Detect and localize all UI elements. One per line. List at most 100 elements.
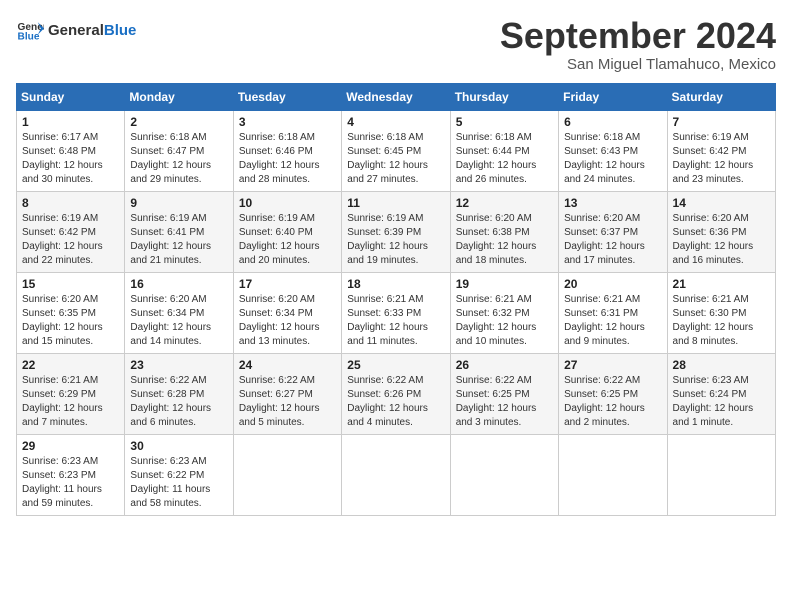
day-number: 19 [456,277,553,291]
title-block: September 2024 San Miguel Tlamahuco, Mex… [500,16,776,73]
logo-general-text: General [48,22,104,39]
day-cell-30: 30 Sunrise: 6:23 AMSunset: 6:22 PMDayligh… [125,434,233,515]
day-info: Sunrise: 6:20 AMSunset: 6:36 PMDaylight:… [673,212,770,268]
logo-icon: General Blue [16,16,44,44]
day-cell-19: 19 Sunrise: 6:21 AMSunset: 6:32 PMDayligh… [450,272,558,353]
day-number: 8 [22,196,119,210]
day-info: Sunrise: 6:21 AMSunset: 6:31 PMDaylight:… [564,293,661,349]
empty-cell [342,434,450,515]
day-info: Sunrise: 6:23 AMSunset: 6:23 PMDaylight:… [22,455,119,511]
day-number: 11 [347,196,444,210]
empty-cell [233,434,341,515]
day-cell-16: 16Sunrise: 6:20 AMSunset: 6:34 PMDayligh… [125,272,233,353]
day-number: 25 [347,358,444,372]
day-number: 9 [130,196,227,210]
day-info: Sunrise: 6:23 AMSunset: 6:22 PMDaylight:… [130,455,227,511]
day-info: Sunrise: 6:18 AMSunset: 6:46 PMDaylight:… [239,131,336,187]
day-info: Sunrise: 6:21 AMSunset: 6:29 PMDaylight:… [22,374,119,430]
day-number: 20 [564,277,661,291]
day-header-thursday: Thursday [450,83,558,110]
day-info: Sunrise: 6:21 AMSunset: 6:33 PMDaylight:… [347,293,444,349]
day-header-wednesday: Wednesday [342,83,450,110]
day-cell-12: 12 Sunrise: 6:20 AMSunset: 6:38 PMDayligh… [450,191,558,272]
svg-text:Blue: Blue [18,31,40,42]
day-cell-22: 22 Sunrise: 6:21 AMSunset: 6:29 PMDayligh… [17,353,125,434]
day-number: 5 [456,115,553,129]
day-cell-9: 9 Sunrise: 6:19 AMSunset: 6:41 PMDaylight… [125,191,233,272]
day-info: Sunrise: 6:22 AMSunset: 6:25 PMDaylight:… [456,374,553,430]
day-number: 29 [22,439,119,453]
day-header-saturday: Saturday [667,83,775,110]
day-info: Sunrise: 6:19 AMSunset: 6:42 PMDaylight:… [22,212,119,268]
calendar-week-1: 1Sunrise: 6:17 AMSunset: 6:48 PMDaylight… [17,110,776,191]
day-cell-28: 28Sunrise: 6:23 AMSunset: 6:24 PMDayligh… [667,353,775,434]
day-info: Sunrise: 6:21 AMSunset: 6:32 PMDaylight:… [456,293,553,349]
day-info: Sunrise: 6:22 AMSunset: 6:27 PMDaylight:… [239,374,336,430]
day-info: Sunrise: 6:20 AMSunset: 6:37 PMDaylight:… [564,212,661,268]
month-title: September 2024 [500,16,776,56]
day-info: Sunrise: 6:18 AMSunset: 6:44 PMDaylight:… [456,131,553,187]
day-info: Sunrise: 6:19 AMSunset: 6:39 PMDaylight:… [347,212,444,268]
day-info: Sunrise: 6:18 AMSunset: 6:43 PMDaylight:… [564,131,661,187]
location-title: San Miguel Tlamahuco, Mexico [500,56,776,73]
day-header-monday: Monday [125,83,233,110]
day-info: Sunrise: 6:20 AMSunset: 6:35 PMDaylight:… [22,293,119,349]
day-number: 30 [130,439,227,453]
day-cell-5: 5 Sunrise: 6:18 AMSunset: 6:44 PMDaylight… [450,110,558,191]
day-number: 14 [673,196,770,210]
day-info: Sunrise: 6:19 AMSunset: 6:41 PMDaylight:… [130,212,227,268]
day-header-tuesday: Tuesday [233,83,341,110]
day-info: Sunrise: 6:17 AMSunset: 6:48 PMDaylight:… [22,131,119,187]
day-number: 6 [564,115,661,129]
day-cell-14: 14 Sunrise: 6:20 AMSunset: 6:36 PMDayligh… [667,191,775,272]
empty-cell [559,434,667,515]
day-number: 3 [239,115,336,129]
day-number: 2 [130,115,227,129]
calendar-week-4: 22 Sunrise: 6:21 AMSunset: 6:29 PMDayligh… [17,353,776,434]
day-number: 24 [239,358,336,372]
day-cell-26: 26Sunrise: 6:22 AMSunset: 6:25 PMDayligh… [450,353,558,434]
day-cell-24: 24 Sunrise: 6:22 AMSunset: 6:27 PMDayligh… [233,353,341,434]
day-number: 22 [22,358,119,372]
day-number: 13 [564,196,661,210]
day-cell-10: 10Sunrise: 6:19 AMSunset: 6:40 PMDayligh… [233,191,341,272]
day-number: 7 [673,115,770,129]
day-cell-13: 13 Sunrise: 6:20 AMSunset: 6:37 PMDayligh… [559,191,667,272]
calendar-week-5: 29 Sunrise: 6:23 AMSunset: 6:23 PMDayligh… [17,434,776,515]
day-info: Sunrise: 6:20 AMSunset: 6:38 PMDaylight:… [456,212,553,268]
day-number: 12 [456,196,553,210]
page-header: General Blue General Blue September 2024… [16,16,776,73]
day-cell-18: 18 Sunrise: 6:21 AMSunset: 6:33 PMDayligh… [342,272,450,353]
day-cell-7: 7 Sunrise: 6:19 AMSunset: 6:42 PMDaylight… [667,110,775,191]
day-cell-27: 27Sunrise: 6:22 AMSunset: 6:25 PMDayligh… [559,353,667,434]
day-cell-3: 3 Sunrise: 6:18 AMSunset: 6:46 PMDaylight… [233,110,341,191]
day-number: 10 [239,196,336,210]
empty-cell [450,434,558,515]
day-number: 23 [130,358,227,372]
calendar-week-2: 8 Sunrise: 6:19 AMSunset: 6:42 PMDaylight… [17,191,776,272]
day-cell-15: 15Sunrise: 6:20 AMSunset: 6:35 PMDayligh… [17,272,125,353]
day-info: Sunrise: 6:18 AMSunset: 6:47 PMDaylight:… [130,131,227,187]
day-number: 18 [347,277,444,291]
day-cell-2: 2 Sunrise: 6:18 AMSunset: 6:47 PMDaylight… [125,110,233,191]
day-info: Sunrise: 6:22 AMSunset: 6:26 PMDaylight:… [347,374,444,430]
day-cell-21: 21Sunrise: 6:21 AMSunset: 6:30 PMDayligh… [667,272,775,353]
day-cell-25: 25 Sunrise: 6:22 AMSunset: 6:26 PMDayligh… [342,353,450,434]
day-info: Sunrise: 6:20 AMSunset: 6:34 PMDaylight:… [239,293,336,349]
day-cell-11: 11 Sunrise: 6:19 AMSunset: 6:39 PMDayligh… [342,191,450,272]
day-number: 16 [130,277,227,291]
day-header-sunday: Sunday [17,83,125,110]
day-cell-23: 23 Sunrise: 6:22 AMSunset: 6:28 PMDayligh… [125,353,233,434]
calendar-body: 1Sunrise: 6:17 AMSunset: 6:48 PMDaylight… [17,110,776,515]
day-cell-29: 29 Sunrise: 6:23 AMSunset: 6:23 PMDayligh… [17,434,125,515]
day-header-friday: Friday [559,83,667,110]
calendar-table: SundayMondayTuesdayWednesdayThursdayFrid… [16,83,776,516]
calendar-week-3: 15Sunrise: 6:20 AMSunset: 6:35 PMDayligh… [17,272,776,353]
logo-blue-text: Blue [104,22,137,39]
day-info: Sunrise: 6:19 AMSunset: 6:42 PMDaylight:… [673,131,770,187]
calendar-header-row: SundayMondayTuesdayWednesdayThursdayFrid… [17,83,776,110]
day-cell-1: 1Sunrise: 6:17 AMSunset: 6:48 PMDaylight… [17,110,125,191]
day-cell-6: 6 Sunrise: 6:18 AMSunset: 6:43 PMDaylight… [559,110,667,191]
day-number: 27 [564,358,661,372]
day-info: Sunrise: 6:22 AMSunset: 6:28 PMDaylight:… [130,374,227,430]
